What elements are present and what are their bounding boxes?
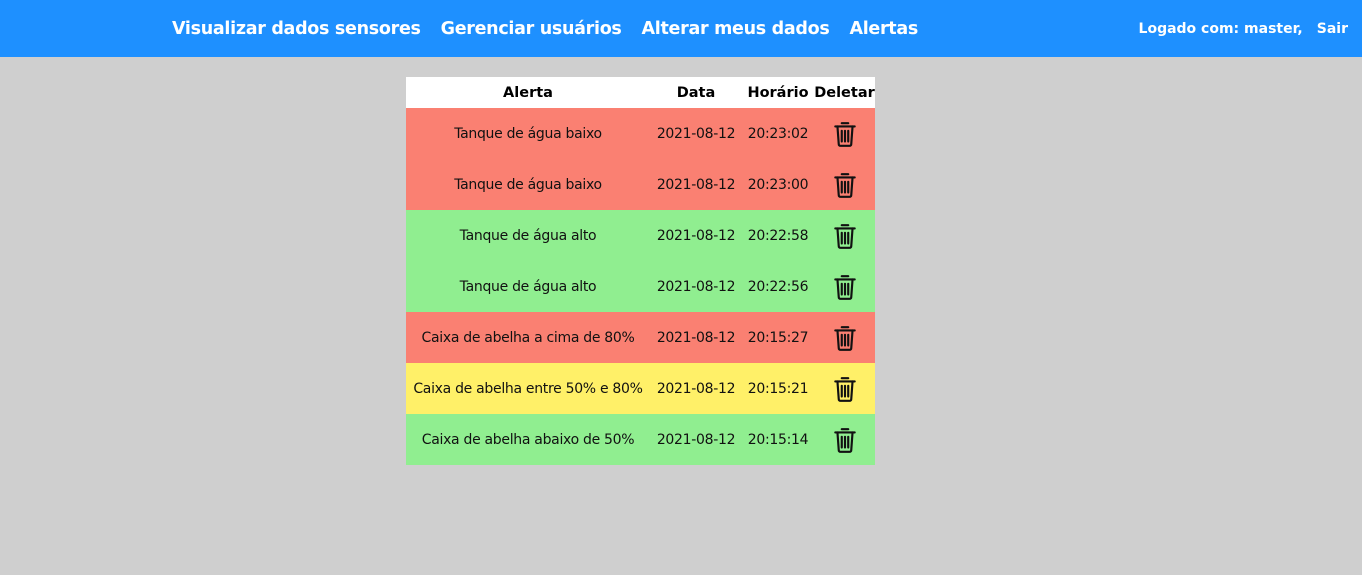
header-alerta: Alerta [406,77,650,108]
table-row: Tanque de água alto 2021-08-12 20:22:58 [406,210,875,261]
top-navbar: Visualizar dados sensores Gerenciar usuá… [0,0,1362,57]
trash-icon[interactable] [832,273,858,301]
alert-name: Tanque de água alto [406,261,650,312]
delete-cell [814,312,875,363]
header-deletar: Deletar [814,77,875,108]
alert-date: 2021-08-12 [650,210,742,261]
table-row: Tanque de água baixo 2021-08-12 20:23:02 [406,108,875,159]
delete-cell [814,414,875,465]
table-row: Tanque de água baixo 2021-08-12 20:23:00 [406,159,875,210]
trash-icon[interactable] [832,324,858,352]
table-row: Caixa de abelha entre 50% e 80% 2021-08-1… [406,363,875,414]
trash-icon[interactable] [832,171,858,199]
alert-date: 2021-08-12 [650,363,742,414]
nav-link-alterar-meus-dados[interactable]: Alterar meus dados [642,19,830,39]
trash-icon[interactable] [832,426,858,454]
alert-time: 20:22:56 [742,261,814,312]
alert-time: 20:15:27 [742,312,814,363]
trash-icon[interactable] [832,120,858,148]
alert-name: Tanque de água baixo [406,108,650,159]
logged-in-text: Logado com: master, [1138,20,1303,37]
delete-cell [814,210,875,261]
alert-date: 2021-08-12 [650,159,742,210]
logout-link[interactable]: Sair [1317,21,1348,37]
alert-time: 20:15:14 [742,414,814,465]
alert-name: Caixa de abelha a cima de 80% [406,312,650,363]
alert-time: 20:15:21 [742,363,814,414]
user-area: Logado com: master, Sair [1139,0,1348,57]
alert-time: 20:23:00 [742,159,814,210]
nav-links: Visualizar dados sensores Gerenciar usuá… [172,0,918,57]
alert-date: 2021-08-12 [650,312,742,363]
delete-cell [814,108,875,159]
alert-date: 2021-08-12 [650,108,742,159]
delete-cell [814,363,875,414]
trash-icon[interactable] [832,222,858,250]
alert-time: 20:22:58 [742,210,814,261]
table-row: Tanque de água alto 2021-08-12 20:22:56 [406,261,875,312]
alerts-body: Tanque de água baixo 2021-08-12 20:23:02 Ta… [406,108,875,465]
alert-name: Caixa de abelha abaixo de 50% [406,414,650,465]
alert-date: 2021-08-12 [650,261,742,312]
nav-link-alertas[interactable]: Alertas [849,19,918,39]
alert-name: Tanque de água alto [406,210,650,261]
header-horario: Horário [742,77,814,108]
table-row: Caixa de abelha abaixo de 50% 2021-08-12 2… [406,414,875,465]
alert-time: 20:23:02 [742,108,814,159]
table-header-row: Alerta Data Horário Deletar [406,77,875,108]
trash-icon[interactable] [832,375,858,403]
alert-name: Tanque de água baixo [406,159,650,210]
alert-date: 2021-08-12 [650,414,742,465]
alert-name: Caixa de abelha entre 50% e 80% [406,363,650,414]
alerts-table: Alerta Data Horário Deletar Tanque de ág… [406,77,875,465]
nav-link-visualizar-dados-sensores[interactable]: Visualizar dados sensores [172,19,421,39]
header-data: Data [650,77,742,108]
delete-cell [814,159,875,210]
table-row: Caixa de abelha a cima de 80% 2021-08-12 2… [406,312,875,363]
delete-cell [814,261,875,312]
nav-link-gerenciar-usuarios[interactable]: Gerenciar usuários [441,19,622,39]
